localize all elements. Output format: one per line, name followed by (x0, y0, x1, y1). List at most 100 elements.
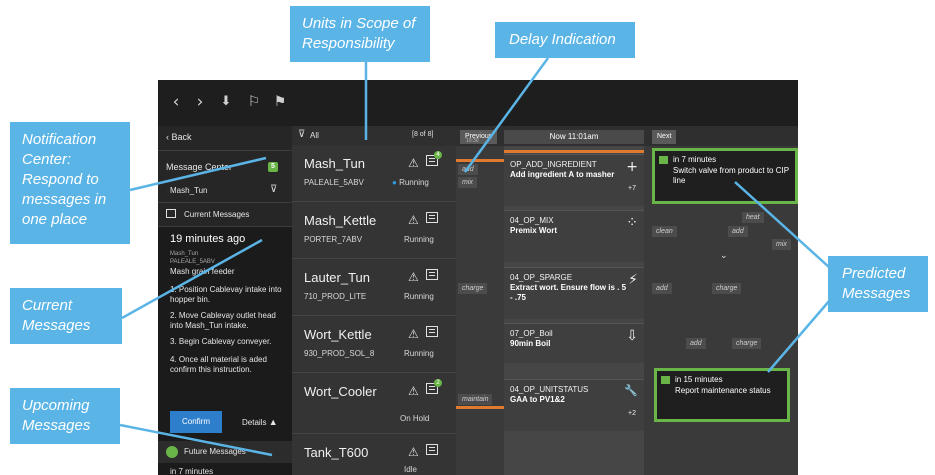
mix-chip[interactable]: mix (458, 177, 477, 188)
unit-row-lauter-tun[interactable]: Lauter_Tun 710_PROD_LITE Running ⚠ (292, 260, 456, 316)
callout-units-scope: Units in Scope of Responsibility (290, 6, 430, 62)
message-count-badge: 5 (268, 162, 278, 172)
back-button[interactable]: ‹ Back (166, 132, 300, 142)
message-badge: 2 (434, 379, 442, 387)
operation-desc: 90min Boil (510, 339, 551, 348)
unit-status: ● Running (392, 178, 429, 187)
instruction-2: 2. Move Cablevay outlet head into Mash_T… (170, 311, 276, 330)
operation-desc: Extract wort. Ensure flow is . 5 - .75 (510, 283, 627, 302)
confirm-button[interactable]: Confirm (170, 411, 222, 433)
operation-code: 04_OP_MIX (510, 216, 554, 225)
more-count[interactable]: +7 (628, 185, 636, 192)
unit-name: Wort_Cooler (304, 384, 377, 399)
message-product: PALEALE_5ABV (170, 259, 215, 265)
flag-icon[interactable]: ⚐ (244, 92, 264, 112)
notification-center-panel: ‹ Back Message Center 5 Mash_Tun ⊽ Curre… (158, 126, 292, 475)
divider (158, 150, 292, 151)
delay-indicator (456, 406, 504, 409)
message-icon (661, 376, 670, 384)
flag-alert-icon[interactable]: ⚑ (270, 92, 290, 112)
warning-icon[interactable]: ⚠ (408, 213, 419, 227)
message-center-label[interactable]: Message Center (166, 162, 300, 172)
operation-card[interactable]: 07_OP_Boil 90min Boil ⇩ (504, 323, 644, 363)
unit-name: Lauter_Tun (304, 270, 371, 285)
add-chip[interactable]: add (686, 338, 706, 349)
unit-name: Mash_Tun (304, 156, 365, 171)
charge-chip[interactable]: charge (712, 283, 742, 294)
operation-desc: GAA to PV1&2 (510, 395, 565, 404)
status-dot-icon: ● (392, 178, 400, 187)
message-icon[interactable] (426, 212, 438, 223)
unit-name: Tank_T600 (304, 445, 369, 460)
operation-card[interactable]: 04_OP_UNITSTATUS GAA to PV1&2 🔧 +2 (504, 379, 644, 431)
lightning-icon[interactable]: ⚡ (628, 272, 638, 288)
delay-indicator (456, 159, 504, 162)
message-icon (659, 156, 668, 164)
unit-row-mash-kettle[interactable]: Mash_Kettle PORTER_7ABV Running ⚠ (292, 203, 456, 259)
maintain-chip[interactable]: maintain (458, 394, 493, 405)
wrench-icon[interactable]: 🔧 (624, 384, 638, 397)
more-count[interactable]: +2 (628, 410, 636, 417)
mix-icon[interactable]: ⁘ (626, 215, 638, 231)
warning-icon[interactable]: ⚠ (408, 327, 419, 341)
operation-card[interactable]: 04_OP_SPARGE Extract wort. Ensure flow i… (504, 267, 644, 319)
clean-chip[interactable]: clean (652, 226, 677, 237)
next-marker[interactable]: Next (652, 130, 677, 144)
add-chip[interactable]: add (728, 226, 748, 237)
warning-icon[interactable]: ⚠ (408, 445, 419, 459)
unit-product: PORTER_7ABV (304, 235, 363, 244)
operation-code: OP_ADD_INGREDIENT (510, 160, 597, 169)
warning-icon[interactable]: ⚠ (408, 270, 419, 284)
download-icon[interactable]: ⇩ (626, 328, 638, 344)
chevron-up-icon: ▲ (268, 417, 278, 427)
operation-code: 07_OP_Boil (510, 329, 553, 338)
unit-row-mash-tun[interactable]: Mash_Tun PALEALE_5ABV ● Running ⚠ 4 (292, 146, 456, 202)
divider (158, 202, 292, 203)
charge-chip[interactable]: charge (458, 283, 488, 294)
operation-card[interactable]: OP_ADD_INGREDIENT Add ingredient A to ma… (504, 154, 644, 206)
chevron-down-icon[interactable]: ⌄ (720, 250, 728, 261)
message-icon[interactable] (426, 269, 438, 280)
message-icon[interactable] (426, 326, 438, 337)
filter-clear-icon[interactable]: ⊽ (270, 184, 277, 195)
predicted-message-card[interactable]: in 15 minutes Report maintenance status (654, 368, 790, 422)
callout-upcoming-messages: Upcoming Messages (10, 388, 120, 444)
unit-status: Idle (404, 465, 417, 474)
details-toggle[interactable]: Details ▲ (242, 417, 278, 427)
inbox-down-icon[interactable]: ⬇ (216, 92, 236, 112)
message-icon (166, 209, 176, 218)
top-toolbar: ‹ › ⬇ ⚐ ⚑ (158, 80, 798, 126)
units-header: ⊽ All [8 of 8] (292, 126, 456, 146)
operation-code: 04_OP_UNITSTATUS (510, 385, 589, 394)
predicted-message-card[interactable]: in 7 minutes Switch valve from product t… (652, 148, 798, 204)
chevron-left-icon[interactable]: ‹ (166, 92, 186, 112)
operation-card[interactable]: 04_OP_MIX Premix Wort ⁘ (504, 210, 644, 262)
unit-row-tank-t600[interactable]: Tank_T600 Idle ⚠ (292, 435, 456, 475)
filter-icon[interactable]: ⊽ (298, 129, 305, 140)
unit-status: On Hold (400, 414, 430, 423)
timeline-header: Previous 10:30 Now 11:01am Next (456, 126, 798, 146)
unit-row-wort-kettle[interactable]: Wort_Kettle 930_PROD_SOL_8 Running ⚠ (292, 317, 456, 373)
warning-icon[interactable]: ⚠ (408, 384, 419, 398)
predicted-text: Report maintenance status (675, 386, 771, 395)
mix-chip[interactable]: mix (772, 239, 791, 250)
add-icon[interactable]: + (626, 159, 638, 175)
charge-chip[interactable]: charge (732, 338, 762, 349)
add-chip[interactable]: add (458, 164, 478, 175)
predicted-time: in 7 minutes (673, 155, 717, 164)
warning-icon[interactable]: ⚠ (408, 156, 419, 170)
unit-product: 710_PROD_LITE (304, 292, 367, 301)
callout-delay: Delay Indication (495, 22, 635, 58)
message-title: Mash grain feeder (170, 267, 235, 276)
message-icon[interactable] (426, 444, 438, 455)
unit-row-wort-cooler[interactable]: Wort_Cooler On Hold ⚠ 2 (292, 374, 456, 434)
current-message-time: 19 minutes ago (170, 233, 246, 245)
predicted-text: Switch valve from product to CIP line (673, 166, 789, 185)
chevron-right-icon[interactable]: › (190, 92, 210, 112)
operation-desc: Add ingredient A to masher (510, 170, 615, 179)
filter-label[interactable]: All (310, 131, 319, 140)
future-messages-header[interactable]: Future Messages (158, 441, 292, 463)
heat-chip[interactable]: heat (742, 212, 764, 223)
unit-product: 930_PROD_SOL_8 (304, 349, 375, 358)
add-chip[interactable]: add (652, 283, 672, 294)
